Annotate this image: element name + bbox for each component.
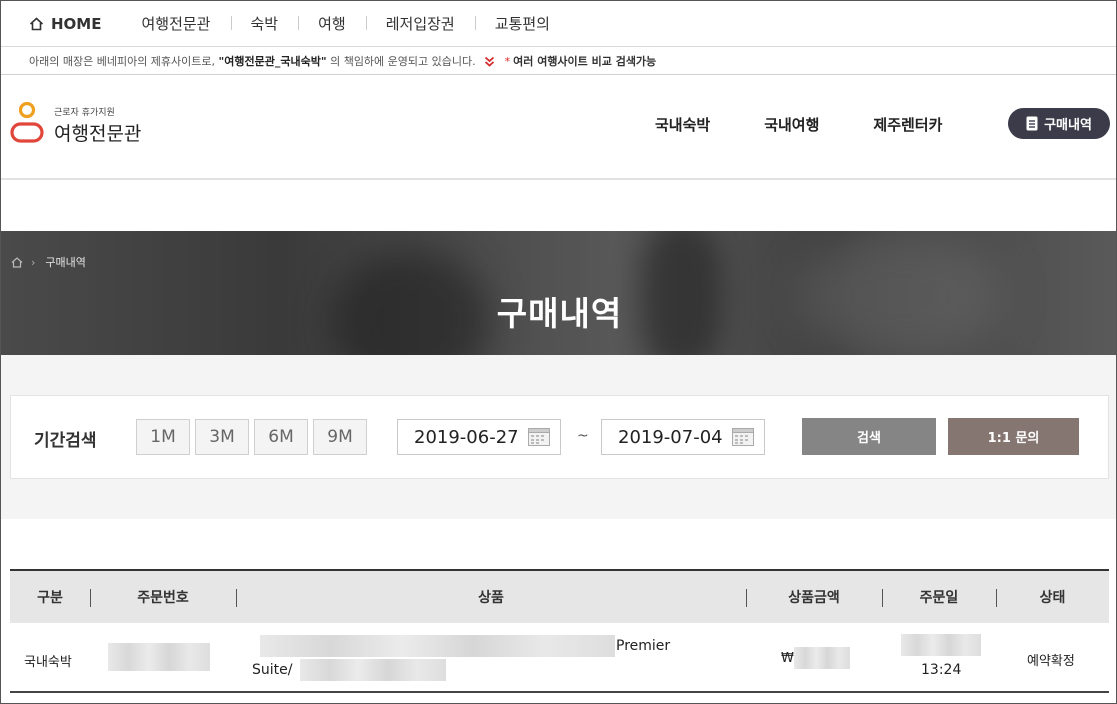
end-date-field[interactable]: 2019-07-04 <box>601 419 765 455</box>
topnav-item-transport[interactable]: 교통편의 <box>474 13 570 34</box>
main-nav: 국내숙박 국내여행 제주렌터카 <box>655 114 996 135</box>
period-search-label: 기간검색 <box>34 431 97 451</box>
page-title: 구매내역 <box>496 294 623 333</box>
date-range-separator: ~ <box>577 428 589 444</box>
logo-subtitle: 근로자 휴가지원 <box>54 108 115 118</box>
search-button[interactable]: 검색 <box>802 418 936 455</box>
row-category: 국내숙박 <box>24 655 72 670</box>
home-icon[interactable] <box>11 256 23 268</box>
period-search-box: 기간검색 1M 3M 6M 9M 2019-06-27 ~ 2019-07-04… <box>10 395 1109 479</box>
notice-star: * <box>504 54 511 68</box>
gnb-jeju-rentcar[interactable]: 제주렌터카 <box>873 114 942 135</box>
breadcrumb: › 구매내역 <box>11 254 86 270</box>
document-icon <box>1026 116 1038 131</box>
purchase-history-label: 구매내역 <box>1044 118 1092 133</box>
calendar-icon[interactable] <box>528 428 550 446</box>
calendar-icon[interactable] <box>732 428 754 446</box>
search-section: 기간검색 1M 3M 6M 9M 2019-06-27 ~ 2019-07-04… <box>1 355 1116 519</box>
notice-prefix: 아래의 매장은 베네피아의 제휴사이트로, <box>29 55 216 68</box>
redacted-order-number <box>108 643 210 671</box>
column-header-status: 상태 <box>1039 590 1066 606</box>
product-name-line2[interactable]: Suite/ <box>252 662 292 678</box>
end-date-value: 2019-07-04 <box>618 426 723 448</box>
gnb-domestic-travel[interactable]: 국내여행 <box>764 114 819 135</box>
column-header-order-number: 주문번호 <box>137 590 189 606</box>
order-status: 예약확정 <box>1027 654 1075 669</box>
period-6m-button[interactable]: 6M <box>254 419 308 455</box>
notice-suffix: 의 책임하에 운영되고 있습니다. <box>330 55 476 68</box>
topnav-item-leisure-tickets[interactable]: 레저입장권 <box>365 13 475 34</box>
page-banner: › 구매내역 구매내역 <box>1 231 1116 355</box>
logo[interactable]: 근로자 휴가지원 여행전문관 <box>10 102 141 146</box>
double-chevron-down-icon[interactable] <box>484 56 495 67</box>
partner-notice: 아래의 매장은 베네피아의 제휴사이트로, "여행전문관_국내숙박" 의 책임하… <box>1 48 1116 75</box>
column-header-order-date: 주문일 <box>919 590 959 606</box>
compare-search-link[interactable]: 여러 여행사이트 비교 검색가능 <box>513 53 656 69</box>
topnav-item-travel[interactable]: 여행 <box>298 13 366 34</box>
topnav-item-lodging[interactable]: 숙박 <box>230 13 299 34</box>
breadcrumb-chevron-icon: › <box>31 255 36 269</box>
home-icon <box>29 16 44 30</box>
redacted-order-date <box>901 634 981 656</box>
start-date-value: 2019-06-27 <box>414 426 519 448</box>
table-header: 구분 주문번호 상품 상품금액 주문일 상태 <box>10 571 1109 623</box>
home-link[interactable]: HOME <box>29 15 101 33</box>
period-1m-button[interactable]: 1M <box>136 419 190 455</box>
period-3m-button[interactable]: 3M <box>195 419 249 455</box>
start-date-field[interactable]: 2019-06-27 <box>397 419 561 455</box>
top-nav: HOME 여행전문관 숙박 여행 레저입장권 교통편의 <box>1 1 1116 47</box>
column-header-category: 구분 <box>37 590 63 606</box>
redacted-price <box>794 647 850 669</box>
home-label: HOME <box>51 14 102 33</box>
page: HOME 여행전문관 숙박 여행 레저입장권 교통편의 아래의 매장은 베네피아… <box>0 0 1117 704</box>
price-currency: ₩ <box>781 651 794 666</box>
site-header: 근로자 휴가지원 여행전문관 국내숙박 국내여행 제주렌터카 구매내역 <box>1 76 1116 180</box>
inquiry-button[interactable]: 1:1 문의 <box>948 418 1079 455</box>
logo-title: 여행전문관 <box>54 123 142 145</box>
order-table: 구분 주문번호 상품 상품금액 주문일 상태 국내숙박 Premier Suit… <box>10 569 1109 693</box>
purchase-history-button[interactable]: 구매내역 <box>1008 108 1110 139</box>
table-row[interactable]: 국내숙박 Premier Suite/ ₩ 13:24 예약확정 <box>10 623 1109 693</box>
notice-site: "여행전문관_국내숙박" <box>218 55 327 68</box>
redacted-product-name <box>260 635 615 657</box>
breadcrumb-current[interactable]: 구매내역 <box>45 254 85 270</box>
gnb-domestic-lodging[interactable]: 국내숙박 <box>655 114 710 135</box>
topnav-item-travel-center[interactable]: 여행전문관 <box>121 13 230 34</box>
column-header-price: 상품금액 <box>788 590 840 606</box>
product-name-line1[interactable]: Premier <box>616 638 670 654</box>
column-header-product: 상품 <box>478 590 504 606</box>
redacted-product-detail <box>300 659 446 681</box>
period-9m-button[interactable]: 9M <box>313 419 367 455</box>
order-time: 13:24 <box>921 662 962 678</box>
logo-icon <box>10 102 44 143</box>
